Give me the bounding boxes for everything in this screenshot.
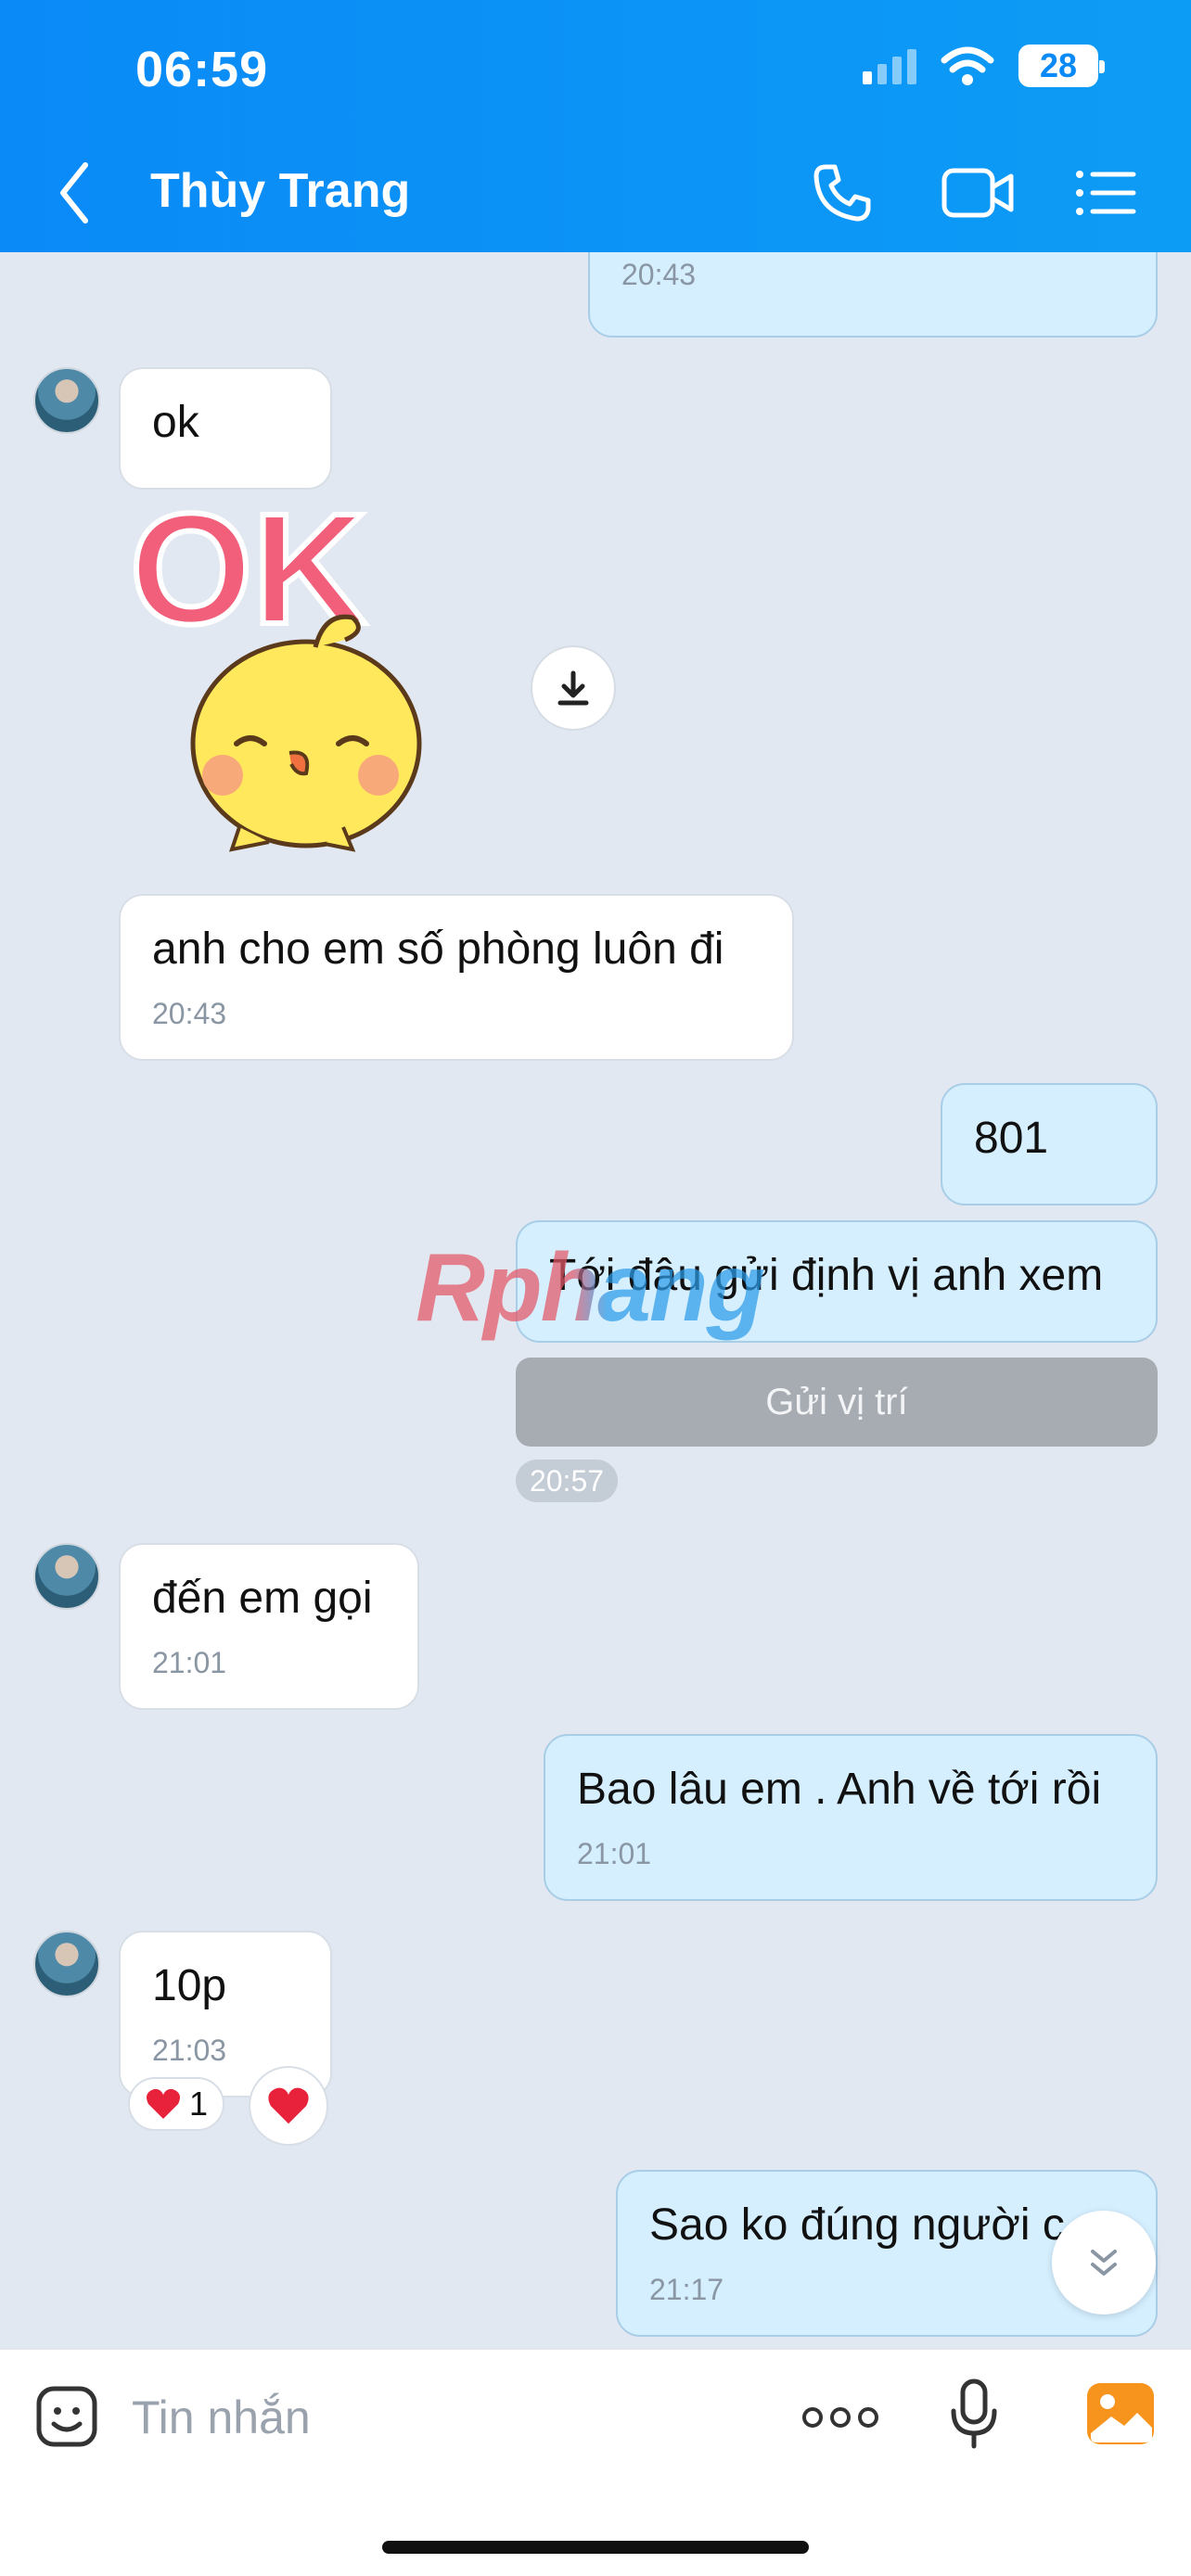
sticker-emoji-icon[interactable] (33, 2383, 100, 2450)
signal-icon (863, 47, 916, 84)
reaction-summary[interactable]: 1 (128, 2077, 225, 2131)
message-text: Sao ko đúng người c (649, 2200, 1065, 2250)
contact-name[interactable]: Thùy Trang (150, 163, 410, 219)
list-menu-icon (1076, 171, 1136, 215)
ok-chick-sticker[interactable]: OK (130, 501, 501, 853)
double-chevron-down-icon (1091, 2250, 1117, 2276)
image-gallery-icon[interactable] (1085, 2381, 1156, 2446)
scroll-to-bottom-button[interactable] (1052, 2211, 1156, 2315)
home-indicator (382, 2541, 809, 2554)
chat-header: 06:59 28 Thùy Trang (0, 0, 1191, 252)
contact-avatar[interactable] (33, 1931, 100, 1997)
battery-icon: 28 (1018, 45, 1105, 87)
send-location-button[interactable]: Gửi vị trí (516, 1358, 1158, 1447)
message-timestamp: 21:01 (152, 1646, 227, 1680)
message-text: anh cho em số phòng luôn đi (152, 925, 724, 974)
phone-call-button[interactable] (809, 159, 876, 226)
message-input[interactable]: Tin nhắn (132, 2391, 311, 2444)
message-timestamp: 21:03 (152, 2034, 227, 2068)
status-icons: 28 (863, 45, 1105, 87)
options-menu-button[interactable] (1072, 159, 1139, 226)
message-text: đến em gọi (152, 1574, 373, 1623)
video-camera-icon (941, 168, 1014, 218)
message-list[interactable]: 20:43 ok OK anh cho em số phòng luôn đi … (0, 252, 1191, 2348)
message-bubble-outgoing[interactable]: 801 (941, 1083, 1158, 1205)
message-text: 801 (974, 1114, 1049, 1163)
contact-avatar[interactable] (33, 367, 100, 434)
reaction-count: 1 (189, 2085, 209, 2123)
download-icon (557, 670, 589, 706)
message-bubble-incoming[interactable]: anh cho em số phòng luôn đi 20:43 (119, 894, 794, 1061)
more-options-icon[interactable] (801, 2404, 879, 2431)
back-arrow-icon[interactable] (56, 158, 93, 228)
message-timestamp: 21:01 (577, 1837, 652, 1871)
contact-avatar[interactable] (33, 1543, 100, 1610)
message-text: ok (152, 398, 199, 447)
download-sticker-button[interactable] (531, 645, 616, 731)
heart-icon (268, 2087, 309, 2124)
message-text: Bao lâu em . Anh về tới rồi (577, 1765, 1102, 1814)
message-timestamp: 20:43 (621, 258, 697, 291)
phone-icon (813, 164, 871, 222)
microphone-icon[interactable] (948, 2378, 1000, 2452)
heart-icon (147, 2088, 180, 2119)
message-bubble-incoming[interactable]: ok (119, 367, 332, 490)
wifi-icon (941, 46, 994, 85)
message-bubble-incoming[interactable]: đến em gọi 21:01 (119, 1543, 419, 1710)
message-timestamp: 20:43 (152, 997, 227, 1031)
video-call-button[interactable] (941, 159, 1014, 226)
message-bubble-outgoing[interactable]: 20:43 (588, 252, 1158, 338)
message-text: 10p (152, 1961, 227, 2010)
message-timestamp: 20:57 (516, 1460, 618, 1502)
watermark: Rphang (416, 1234, 765, 1342)
message-timestamp: 21:17 (649, 2273, 724, 2307)
message-bubble-outgoing[interactable]: Bao lâu em . Anh về tới rồi 21:01 (544, 1734, 1158, 1901)
add-reaction-button[interactable] (249, 2066, 328, 2146)
clock: 06:59 (135, 42, 269, 97)
